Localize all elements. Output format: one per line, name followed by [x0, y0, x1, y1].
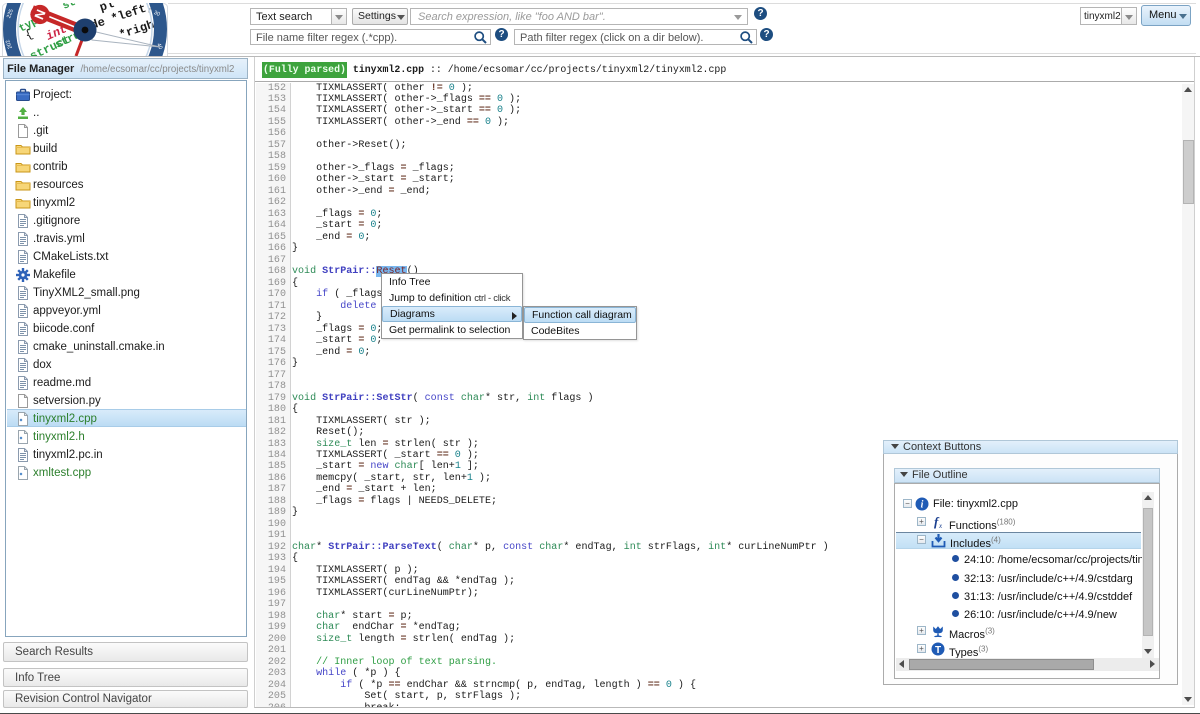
svg-text:x: x — [938, 522, 943, 529]
svg-text:T: T — [935, 645, 941, 656]
svg-text:i: i — [921, 500, 924, 511]
